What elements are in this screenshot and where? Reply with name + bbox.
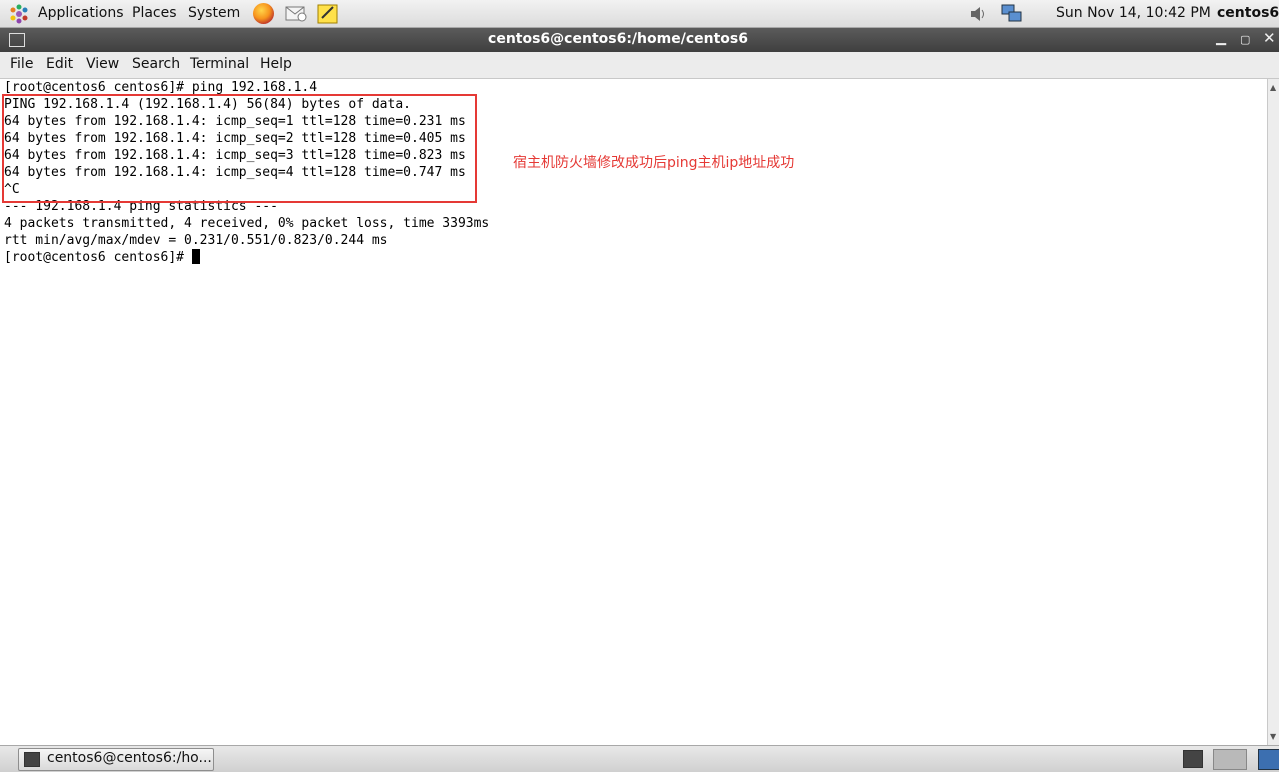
terminal-prompt-line: [root@centos6 centos6]# xyxy=(4,249,200,266)
menu-file[interactable]: File xyxy=(10,56,33,72)
terminal-prompt: [root@centos6 centos6]# xyxy=(4,250,192,265)
menu-terminal[interactable]: Terminal xyxy=(190,56,249,72)
menu-view[interactable]: View xyxy=(86,56,119,72)
text-cursor xyxy=(191,249,200,264)
terminal-line: rtt min/avg/max/mdev = 0.231/0.551/0.823… xyxy=(4,233,388,248)
menu-applications[interactable]: Applications xyxy=(38,4,124,22)
scroll-up-icon[interactable]: ▲ xyxy=(1270,83,1276,92)
menu-edit[interactable]: Edit xyxy=(46,56,73,72)
menu-places[interactable]: Places xyxy=(132,4,177,22)
minimize-button[interactable]: ▁ xyxy=(1216,31,1226,46)
user-name[interactable]: centos6 xyxy=(1217,4,1279,22)
menu-system[interactable]: System xyxy=(188,4,240,22)
window-titlebar[interactable]: centos6@centos6:/home/centos6 ▁ ▢ ✕ xyxy=(0,28,1279,52)
terminal-scrollbar[interactable]: ▲ ▼ xyxy=(1267,79,1279,745)
menu-help[interactable]: Help xyxy=(260,56,292,72)
bottom-panel: centos6@centos6:/ho... xyxy=(0,745,1279,772)
maximize-button[interactable]: ▢ xyxy=(1240,33,1250,46)
firefox-icon[interactable] xyxy=(253,3,274,24)
taskbar-window-button[interactable]: centos6@centos6:/ho... xyxy=(18,748,214,771)
menu-search[interactable]: Search xyxy=(132,56,180,72)
notes-icon[interactable] xyxy=(317,3,339,24)
terminal-menubar: File Edit View Search Terminal Help xyxy=(0,52,1279,79)
clock[interactable]: Sun Nov 14, 10:42 PM xyxy=(1056,4,1211,22)
top-panel: Applications Places System Sun Nov 14, 1… xyxy=(0,0,1279,28)
close-button[interactable]: ✕ xyxy=(1263,29,1276,47)
workspace-2[interactable] xyxy=(1258,749,1279,770)
volume-icon[interactable] xyxy=(968,5,990,23)
terminal-line: 4 packets transmitted, 4 received, 0% pa… xyxy=(4,216,490,231)
terminal-icon xyxy=(24,752,40,767)
network-icon[interactable] xyxy=(1000,3,1023,24)
window-title: centos6@centos6:/home/centos6 xyxy=(488,31,748,47)
workspace-1[interactable] xyxy=(1213,749,1247,770)
mail-icon[interactable] xyxy=(285,4,307,22)
annotation-box xyxy=(2,94,477,203)
scroll-down-icon[interactable]: ▼ xyxy=(1270,732,1276,741)
gnome-foot-icon[interactable] xyxy=(9,4,29,24)
show-desktop-icon[interactable] xyxy=(1183,750,1203,768)
annotation-text: 宿主机防火墙修改成功后ping主机ip地址成功 xyxy=(513,155,795,171)
taskbar-window-label: centos6@centos6:/ho... xyxy=(47,750,212,766)
